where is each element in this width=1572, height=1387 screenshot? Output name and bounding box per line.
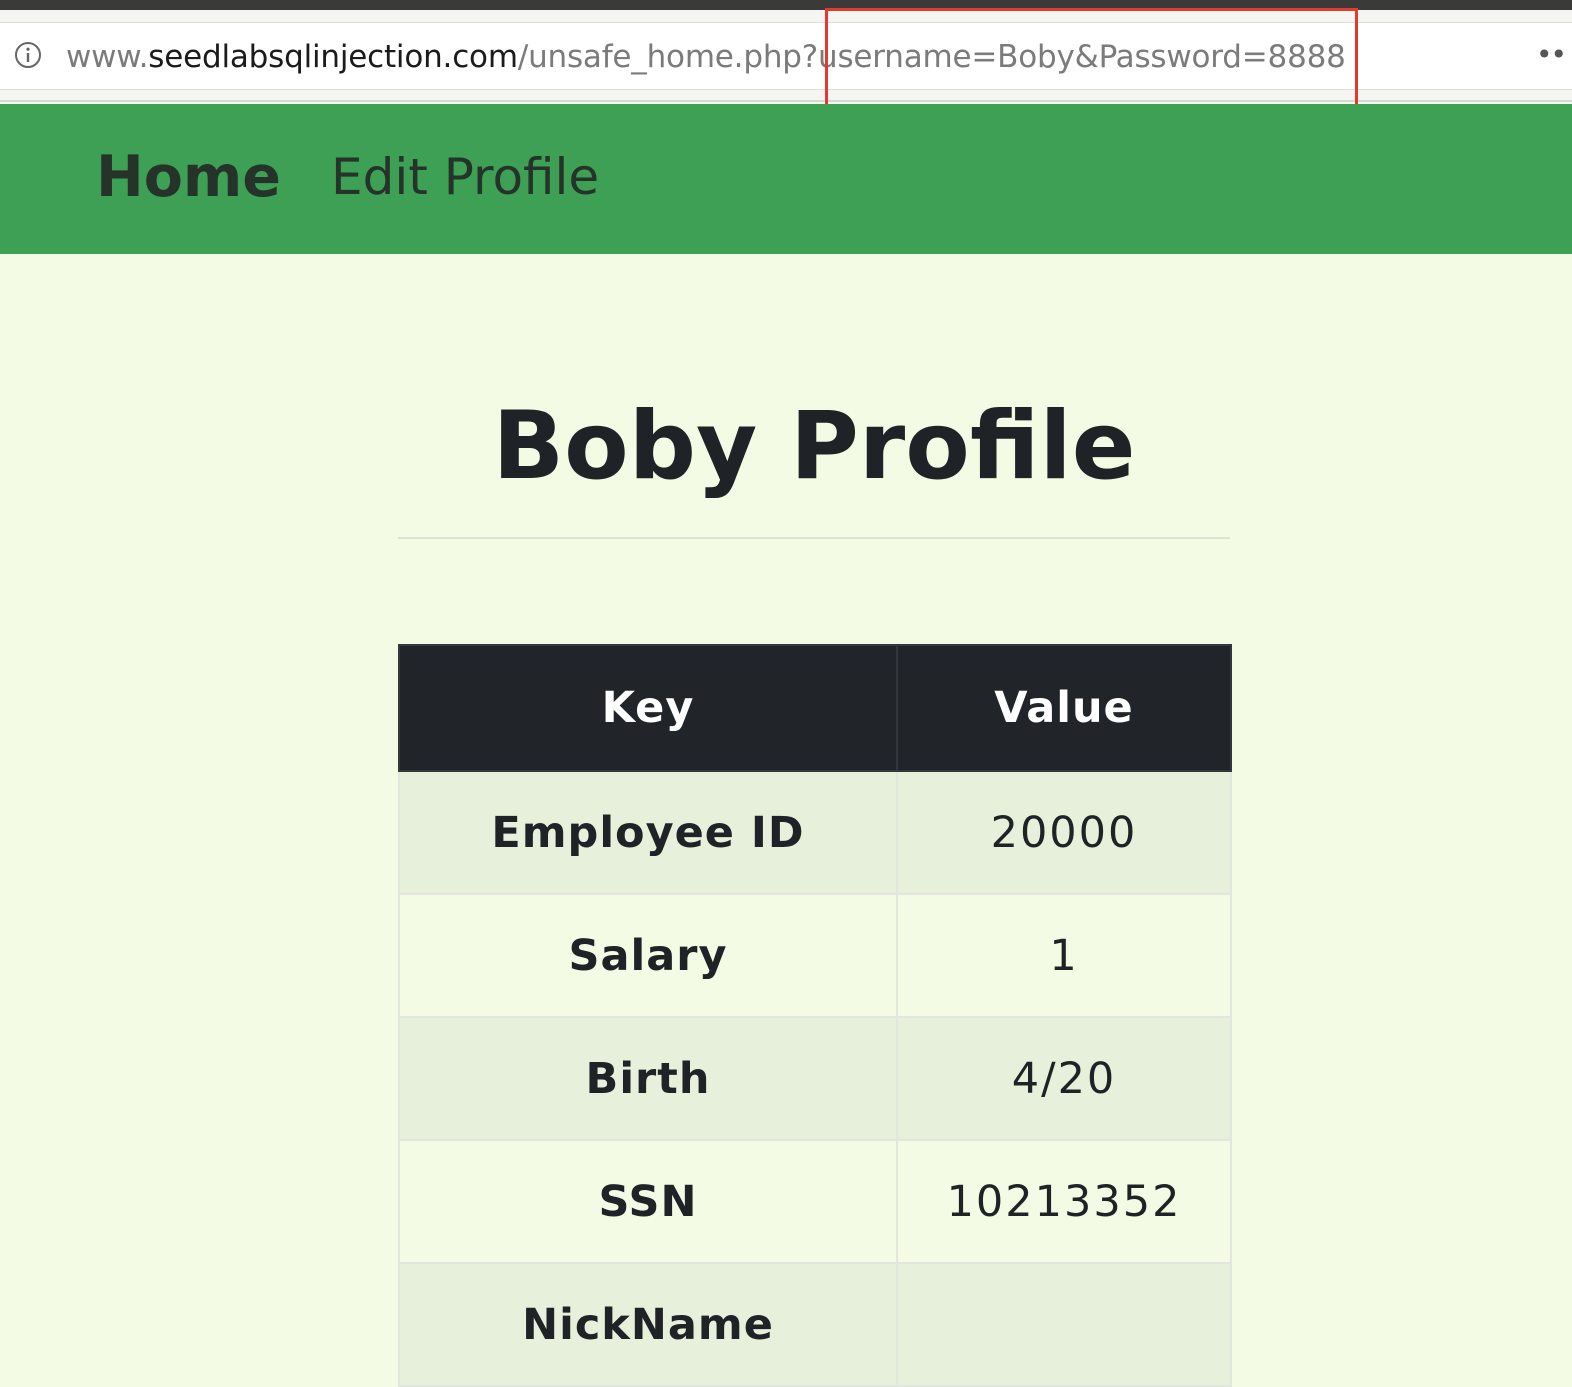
- table-row: SSN 10213352: [398, 1139, 1232, 1264]
- navbar: Home Edit Profile: [0, 104, 1572, 254]
- row-value: [896, 1262, 1232, 1387]
- url-prefix: www.: [66, 39, 149, 75]
- address-bar: www.seedlabsqlinjection.com/unsafe_home.…: [0, 10, 1572, 102]
- table-header-row: Key Value: [398, 644, 1232, 772]
- url-text[interactable]: www.seedlabsqlinjection.com/unsafe_home.…: [66, 37, 1346, 77]
- row-key: Employee ID: [398, 770, 898, 895]
- nav-home-link[interactable]: Home: [96, 142, 281, 212]
- header-key: Key: [398, 644, 898, 772]
- address-field[interactable]: www.seedlabsqlinjection.com/unsafe_home.…: [0, 22, 1572, 90]
- page-title: Boby Profile: [492, 392, 1136, 501]
- table-row: Birth 4/20: [398, 1016, 1232, 1141]
- header-value: Value: [896, 644, 1232, 772]
- table-row: NickName: [398, 1262, 1232, 1387]
- url-domain: seedlabsqlinjection.com: [148, 39, 518, 75]
- profile-table: Key Value Employee ID 20000 Salary 1 Bir…: [398, 644, 1232, 1387]
- row-key: SSN: [398, 1139, 898, 1264]
- table-row: Employee ID 20000: [398, 770, 1232, 895]
- nav-edit-profile-link[interactable]: Edit Profile: [331, 142, 599, 212]
- browser-top-strip: [0, 0, 1572, 10]
- row-value: 1: [896, 893, 1232, 1018]
- title-divider: [398, 537, 1230, 539]
- more-dots-icon[interactable]: ••: [1536, 41, 1567, 69]
- info-icon[interactable]: [14, 41, 42, 69]
- row-value: 4/20: [896, 1016, 1232, 1141]
- row-key: Salary: [398, 893, 898, 1018]
- url-path: /unsafe_home.php?username=Boby&Password=…: [517, 39, 1346, 75]
- row-key: NickName: [398, 1262, 898, 1387]
- row-value: 20000: [896, 770, 1232, 895]
- table-row: Salary 1: [398, 893, 1232, 1018]
- row-key: Birth: [398, 1016, 898, 1141]
- row-value: 10213352: [896, 1139, 1232, 1264]
